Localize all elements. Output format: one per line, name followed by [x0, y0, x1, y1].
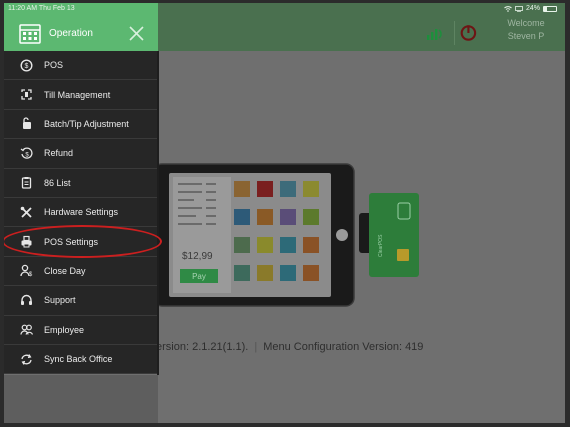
battery-percent: 24%: [525, 5, 540, 12]
menu-item-till-management[interactable]: Till Management: [4, 80, 158, 110]
status-bar: 11:20 AM Thu Feb 13 24%: [4, 3, 565, 15]
welcome-block: Welcome Steven P: [494, 17, 558, 43]
user-name: Steven P: [507, 31, 545, 41]
calendar-icon: [19, 24, 41, 44]
signal-icon[interactable]: [426, 27, 444, 41]
menu-item-label: POS Settings: [44, 236, 99, 247]
tools-icon: [20, 206, 32, 218]
till-icon: [21, 89, 32, 100]
menu-item-label: Batch/Tip Adjustment: [44, 118, 129, 129]
menu-item-close-day[interactable]: $ Close Day: [4, 257, 158, 287]
app-screen: Welcome Steven P $12,99 Pay ClearPOS ers…: [4, 3, 565, 423]
menu-item-label: Refund: [44, 148, 74, 159]
drawer-menu: $ POS Till Management Batch/Tip Adjustme…: [4, 51, 158, 375]
menu-item-label: Employee: [44, 324, 85, 335]
menu-item-refund[interactable]: $ Refund: [4, 139, 158, 169]
menu-item-pos-settings[interactable]: POS Settings: [4, 227, 158, 257]
welcome-text: Welcome: [507, 18, 545, 28]
clipboard-icon: [21, 177, 32, 189]
menu-item-label: Close Day: [44, 265, 86, 276]
drawer-footer-area: [4, 375, 158, 423]
power-icon[interactable]: [454, 21, 478, 45]
card-text: ClearPOS: [378, 234, 384, 257]
close-icon[interactable]: [128, 25, 145, 42]
status-indicators: 24%: [504, 5, 557, 12]
pay-text: Pay: [192, 272, 206, 281]
pos-icon: $: [20, 59, 33, 72]
close-day-icon: $: [20, 265, 33, 277]
menu-item-employee[interactable]: Employee: [4, 316, 158, 345]
menu-version: Menu Configuration Version: 419: [263, 341, 424, 353]
menu-item-pos[interactable]: $ POS: [4, 51, 158, 81]
status-time: 11:20 AM Thu Feb 13: [8, 5, 75, 12]
employee-icon: [20, 324, 33, 336]
drawer-divider: [157, 51, 159, 375]
menu-item-hardware-settings[interactable]: Hardware Settings: [4, 198, 158, 228]
menu-item-batch-tip-adjustment[interactable]: Batch/Tip Adjustment: [4, 110, 158, 140]
separator: |: [254, 341, 258, 353]
sync-icon: [21, 353, 32, 365]
svg-text:$: $: [25, 63, 29, 70]
version-info: ersion: 2.1.21(1.1). | Menu Configuration …: [156, 341, 423, 353]
menu-item-label: Hardware Settings: [44, 207, 119, 218]
menu-item-label: Sync Back Office: [44, 354, 113, 365]
pos-terminal-illustration: $12,99 Pay ClearPOS: [154, 163, 419, 307]
refund-icon: $: [20, 147, 33, 159]
headset-icon: [21, 294, 32, 305]
printer-icon: [21, 235, 32, 248]
menu-item-label: 86 List: [44, 177, 71, 188]
menu-item-sync-back-office[interactable]: Sync Back Office: [4, 345, 158, 375]
menu-item-label: POS: [44, 60, 64, 71]
app-version: ersion: 2.1.21(1.1).: [156, 341, 249, 353]
menu-item-support[interactable]: Support: [4, 286, 158, 316]
svg-text:$: $: [29, 272, 33, 277]
screen-mirror-icon: [515, 5, 523, 12]
navigation-drawer: Operation $ POS Till Management Batch/Ti…: [4, 3, 162, 423]
menu-item-label: Support: [44, 295, 76, 306]
batch-icon: [23, 117, 31, 130]
wifi-icon: [504, 5, 512, 12]
drawer-title: Operation: [49, 28, 93, 39]
battery-icon: [543, 5, 557, 12]
battery-level: [544, 6, 547, 11]
price-text: $12,99: [182, 251, 213, 262]
menu-item-86-list[interactable]: 86 List: [4, 169, 158, 198]
menu-item-label: Till Management: [44, 89, 111, 100]
